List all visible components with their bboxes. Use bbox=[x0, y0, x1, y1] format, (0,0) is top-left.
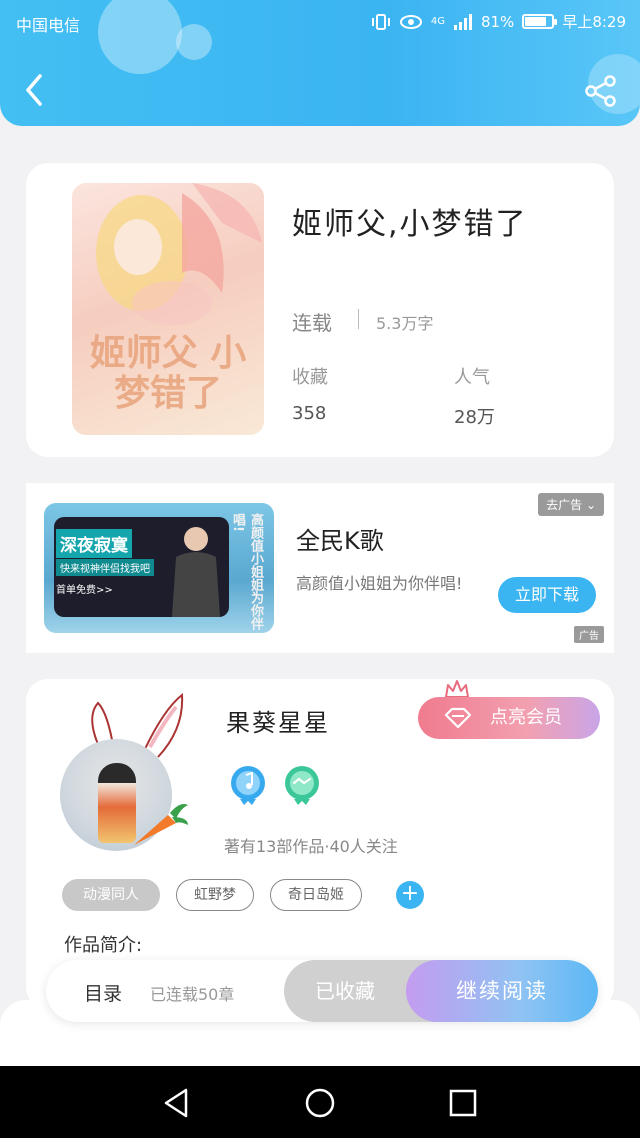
status-indicators: 4G 81% 早上8:29 bbox=[371, 11, 626, 32]
tag-item[interactable]: 动漫同人 bbox=[62, 879, 160, 911]
tag-item[interactable]: 虹野梦 bbox=[176, 879, 254, 911]
chevron-down-icon: ⌄ bbox=[585, 498, 596, 512]
toc-button[interactable]: 目录 bbox=[84, 979, 122, 1006]
popularity-label: 人气 bbox=[454, 367, 490, 388]
battery-level bbox=[525, 17, 547, 26]
action-bar: 目录 已连载50章 已收藏 继续阅读 bbox=[46, 960, 598, 1022]
word-count: 5.3万字 bbox=[376, 314, 434, 333]
book-info-card: 姬师父 小梦错了 姬师父,小梦错了 连载 5.3万字 收藏 358 人气 28万 bbox=[26, 163, 614, 457]
ad-image-free: 首单免费>> bbox=[56, 585, 113, 596]
battery-icon bbox=[522, 14, 558, 29]
collected-label: 已收藏 bbox=[315, 979, 375, 1003]
clock: 早上8:29 bbox=[562, 13, 626, 31]
activate-vip-button[interactable]: 点亮会员 bbox=[418, 697, 600, 739]
signal-type: 4G bbox=[430, 16, 445, 27]
home-circle-icon[interactable] bbox=[303, 1086, 337, 1120]
remove-ad-button[interactable]: 去广告 ⌄ bbox=[538, 493, 604, 516]
divider bbox=[358, 309, 359, 329]
tag-item[interactable]: 奇日岛姬 bbox=[270, 879, 362, 911]
continue-reading-button[interactable]: 继续阅读 bbox=[406, 960, 598, 1022]
download-button[interactable]: 立即下载 bbox=[498, 577, 596, 613]
signal-icon bbox=[453, 13, 472, 30]
book-cover[interactable]: 姬师父 小梦错了 bbox=[72, 183, 264, 435]
share-icon[interactable] bbox=[584, 74, 618, 108]
chapter-count: 已连载50章 bbox=[150, 985, 235, 1004]
popularity-value: 28万 bbox=[454, 407, 495, 428]
ad-title: 全民K歌 bbox=[296, 527, 384, 555]
ad-image[interactable]: 深夜寂寞 快来视神伴侣找我吧 首单免费>> 高颜值小姐姐为你伴唱! bbox=[44, 503, 274, 633]
remove-ad-label: 去广告 bbox=[546, 498, 583, 512]
system-nav-bar bbox=[0, 1066, 640, 1138]
music-medal-icon[interactable] bbox=[230, 765, 266, 805]
author-name: 果葵星星 bbox=[226, 709, 330, 737]
eye-icon bbox=[399, 14, 422, 29]
battery-percent: 81% bbox=[480, 12, 515, 31]
favorites-label: 收藏 bbox=[292, 367, 328, 388]
vip-label: 点亮会员 bbox=[490, 707, 562, 728]
handshake-medal-icon[interactable] bbox=[284, 765, 320, 805]
vibrate-icon bbox=[371, 13, 390, 30]
crown-icon bbox=[445, 680, 469, 698]
ad-image-vertical-text: 高颜值小姐姐为你伴唱! bbox=[230, 513, 263, 630]
favorites-value: 358 bbox=[292, 403, 327, 424]
back-button[interactable] bbox=[18, 70, 52, 110]
ad-badge[interactable]: 广告 bbox=[574, 626, 604, 643]
carrier-label: 中国电信 bbox=[16, 16, 81, 35]
book-title: 姬师父,小梦错了 bbox=[292, 207, 528, 242]
ad-badge-label: 广告 bbox=[579, 631, 599, 642]
ad-image-subtitle: 快来视神伴侣找我吧 bbox=[56, 559, 154, 576]
book-status: 连载 bbox=[292, 311, 332, 335]
header: 中国电信 4G 81% 早上8:29 bbox=[0, 0, 640, 126]
add-tag-button[interactable]: + bbox=[396, 881, 424, 909]
intro-label: 作品简介: bbox=[64, 935, 143, 956]
back-triangle-icon[interactable] bbox=[160, 1086, 194, 1120]
ad-description: 高颜值小姐姐为你伴唱! bbox=[296, 574, 463, 593]
carrot-icon bbox=[134, 804, 188, 845]
author-stats: 著有13部作品·40人关注 bbox=[224, 837, 398, 856]
status-bar: 中国电信 4G 81% 早上8:29 bbox=[0, 0, 640, 46]
diamond-icon bbox=[444, 707, 472, 729]
ad-image-title: 深夜寂寞 bbox=[56, 529, 132, 558]
cover-title: 姬师父 小梦错了 bbox=[89, 332, 247, 414]
recents-square-icon[interactable] bbox=[446, 1086, 480, 1120]
singer-figure bbox=[172, 527, 220, 617]
ad-card[interactable]: 深夜寂寞 快来视神伴侣找我吧 首单免费>> 高颜值小姐姐为你伴唱! 去广告 ⌄ … bbox=[26, 483, 614, 653]
